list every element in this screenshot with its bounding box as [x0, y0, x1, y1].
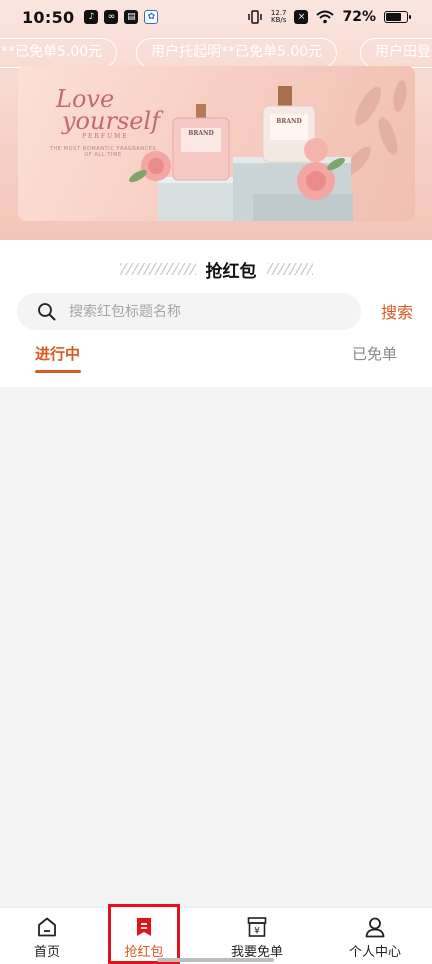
search-button[interactable]: 搜索: [381, 299, 413, 323]
nav-label-profile: 个人中心: [348, 945, 401, 960]
svg-text:¥: ¥: [254, 927, 260, 937]
decorative-hatch-left: [119, 263, 196, 275]
selection-highlight: [108, 904, 180, 964]
search-bar: 搜索: [17, 293, 417, 330]
home-icon: [38, 917, 56, 937]
tab-completed[interactable]: 已免单: [352, 343, 397, 364]
search-icon: [38, 303, 56, 321]
banner-headline: Love yourself: [56, 85, 161, 135]
app-notification-icon: ∞: [104, 10, 119, 24]
nav-item-profile[interactable]: 个人中心: [328, 908, 422, 964]
sim-off-icon: ×: [294, 10, 309, 24]
nav-item-home[interactable]: 首页: [0, 908, 94, 964]
bottle-label-small: BRAND: [188, 130, 214, 137]
section-header: 抢红包: [0, 256, 432, 282]
filter-panel: 抢红包 搜索 进行中 已免单: [0, 240, 432, 387]
status-time: 10:50: [22, 7, 75, 27]
search-input[interactable]: [69, 293, 349, 330]
red-envelope-list: [0, 387, 432, 907]
header-background: 10:50 ♪ ∞ ▤ ✿ 12.7 KB/s × 72% **已免单5.00元…: [0, 0, 432, 240]
tab-in-progress[interactable]: 进行中: [35, 343, 80, 364]
search-field[interactable]: [17, 293, 361, 330]
network-speed: 12.7 KB/s: [270, 9, 287, 24]
marquee-item: **已免单5.00元: [0, 38, 118, 68]
banner-tagline: THE MOST ROMANTIC FRAGRANCES OF ALL TIME: [49, 146, 157, 158]
user-icon: [365, 917, 385, 938]
home-indicator[interactable]: [157, 958, 274, 962]
battery-percent: 72%: [342, 9, 376, 25]
nav-item-free-order[interactable]: ¥ 我要免单: [210, 908, 304, 964]
battery-icon: [384, 11, 411, 23]
decorative-hatch-right: [266, 263, 313, 275]
store-icon: ▤: [124, 10, 139, 24]
yen-box-icon: ¥: [247, 917, 267, 937]
winner-marquee: **已免单5.00元 用户托起明**已免单5.00元 用户田登: [0, 38, 432, 68]
marquee-item: 用户田登: [360, 38, 432, 68]
bottom-navigation: 首页 抢红包 ¥ 我要免单 个人中心: [0, 907, 432, 964]
wifi-icon: [316, 10, 335, 24]
bottle-label-large: BRAND: [276, 118, 302, 125]
page-title: 抢红包: [205, 261, 257, 282]
nav-label-home: 首页: [33, 945, 60, 960]
promo-banner[interactable]: Love yourself PERFUME THE MOST ROMANTIC …: [18, 66, 415, 221]
banner-subline: PERFUME: [82, 133, 129, 140]
active-tab-indicator: [35, 370, 81, 373]
badge-icon: ✿: [144, 10, 159, 24]
status-bar: 10:50 ♪ ∞ ▤ ✿ 12.7 KB/s × 72%: [0, 0, 432, 34]
marquee-item: 用户托起明**已免单5.00元: [136, 38, 338, 68]
vibrate-icon: [248, 10, 262, 24]
tiktok-icon: ♪: [84, 10, 99, 24]
